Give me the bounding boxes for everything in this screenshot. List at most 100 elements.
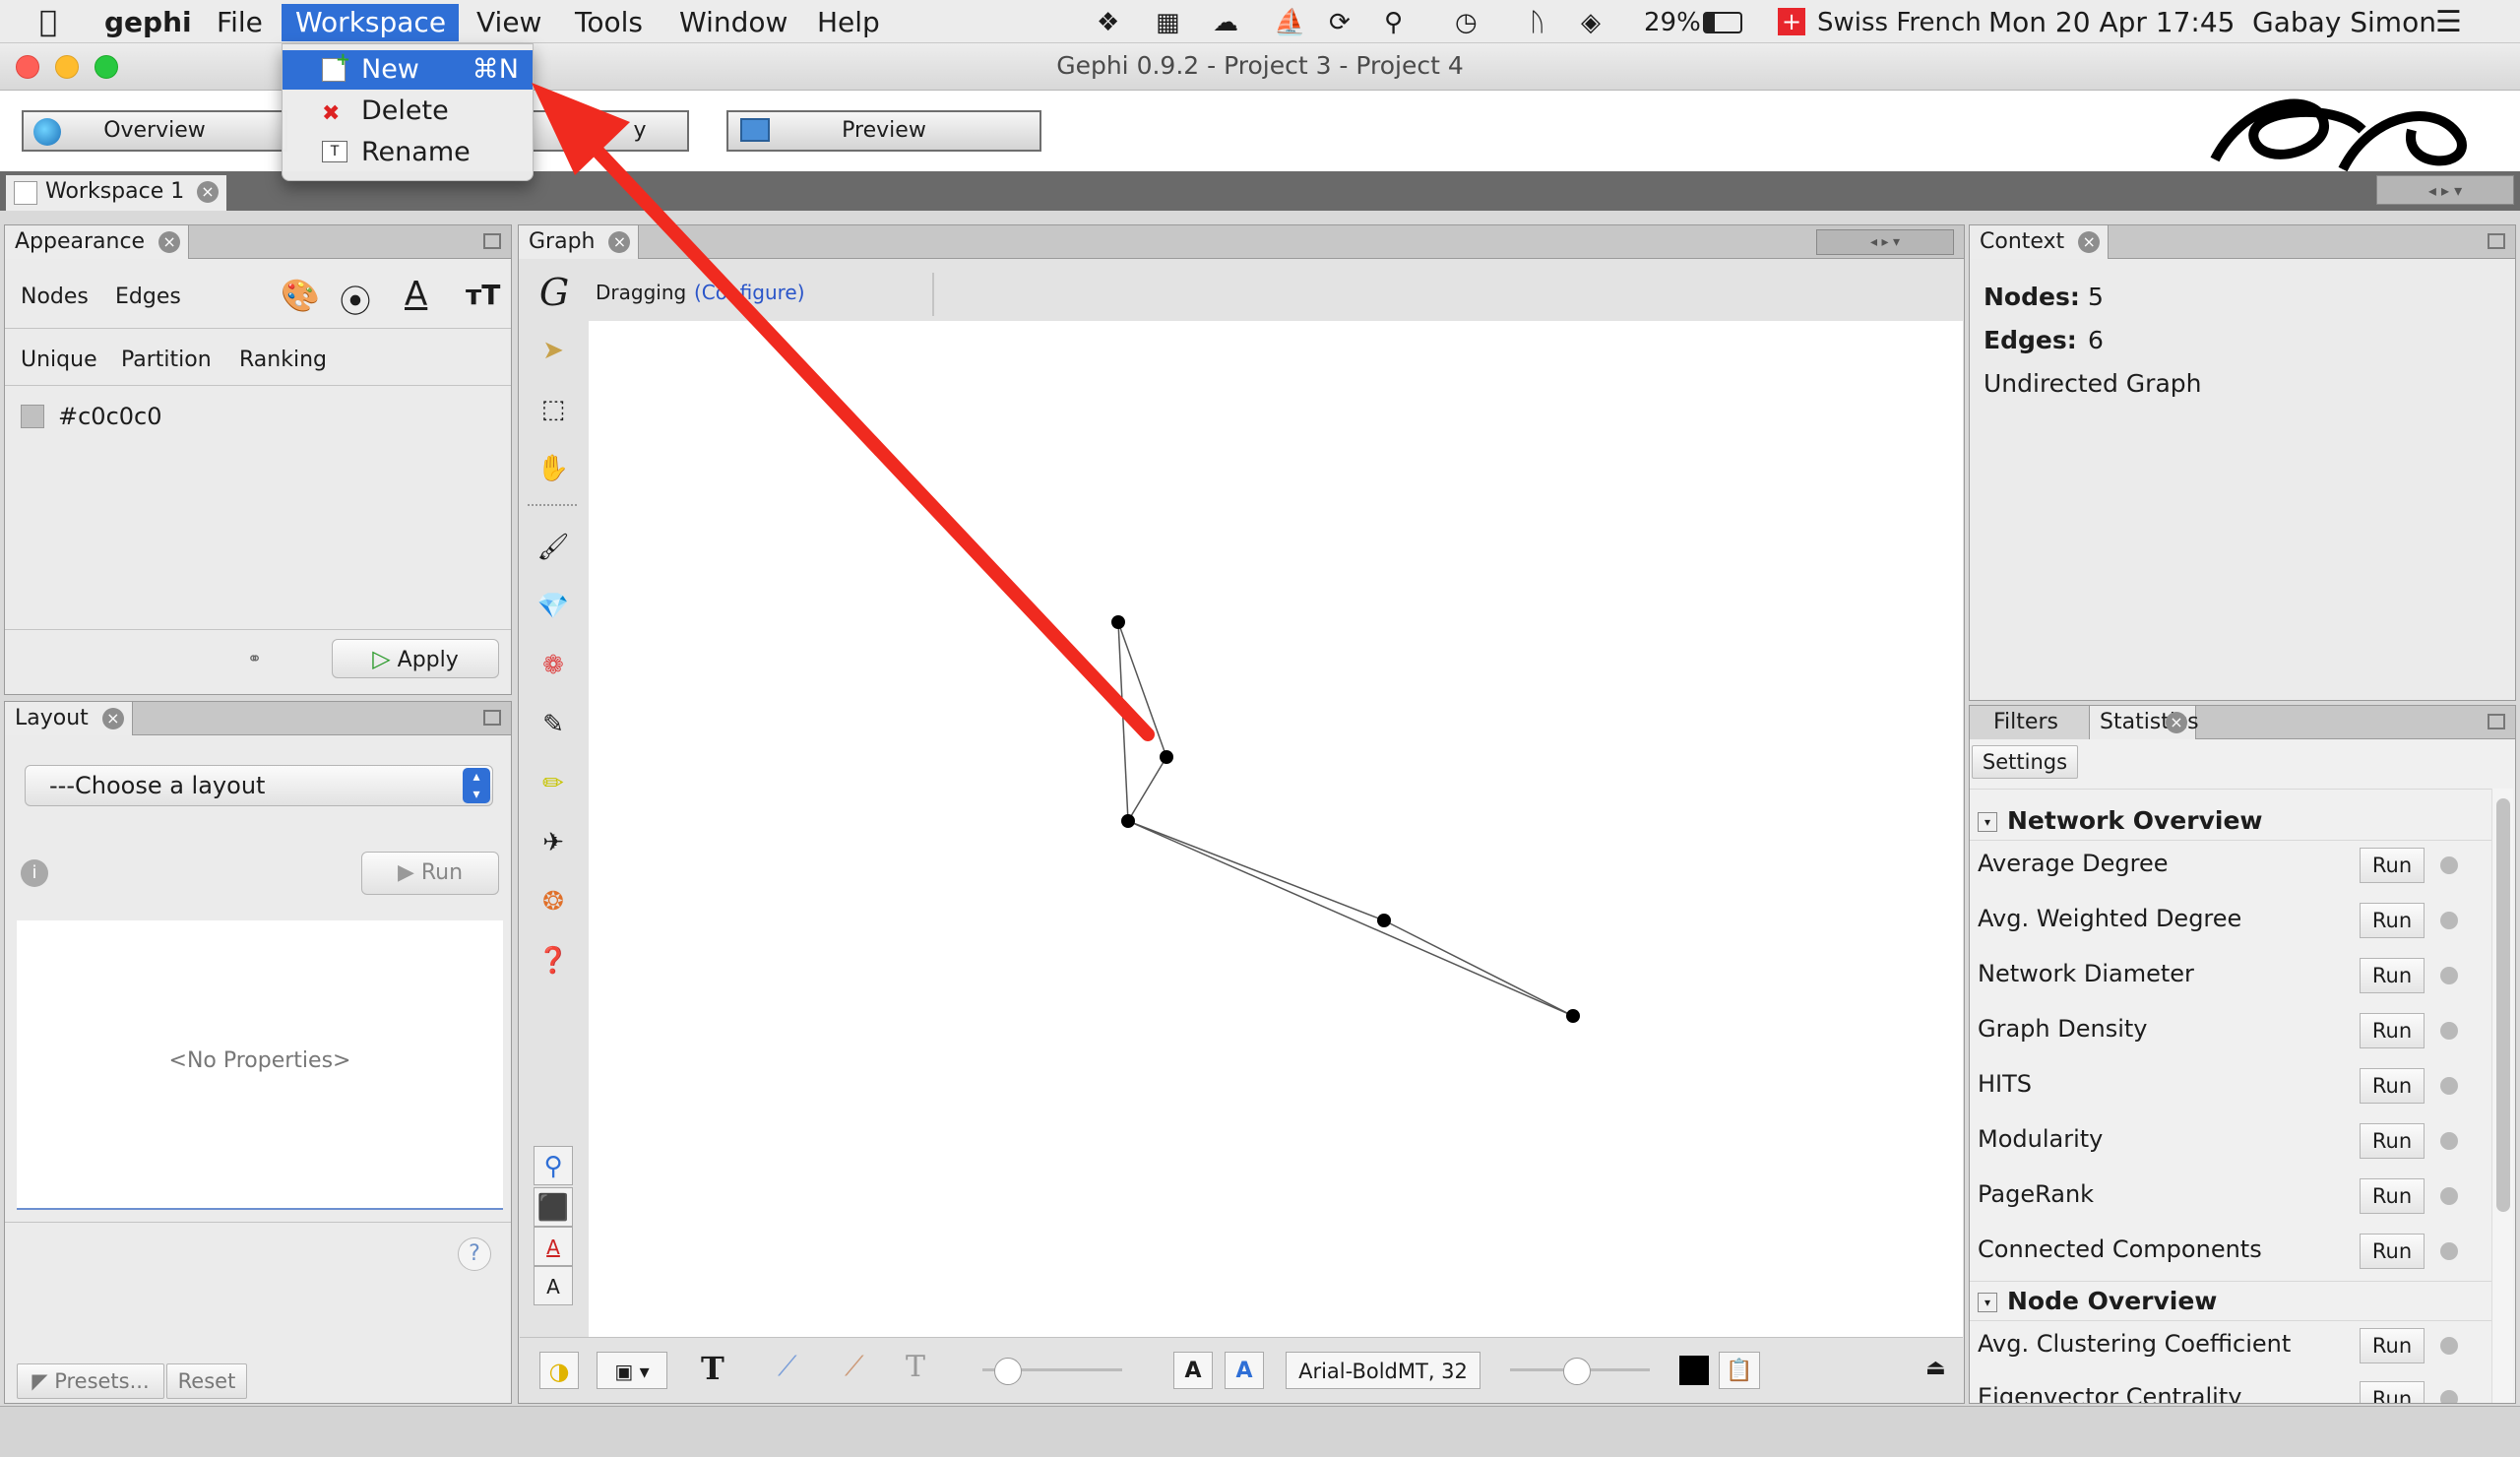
battery-icon[interactable]: [1703, 12, 1742, 33]
center-graph-icon[interactable]: ⚲: [534, 1146, 573, 1185]
run-eigenvector-centrality-button[interactable]: Run: [2360, 1381, 2425, 1403]
minimize-panel-icon[interactable]: [2488, 714, 2505, 729]
screenshot-icon[interactable]: ▣ ▾: [597, 1352, 667, 1389]
settings-button[interactable]: Settings: [1972, 745, 2078, 779]
collapse-icon[interactable]: ▾: [1978, 1293, 1997, 1312]
run-network-diameter-button[interactable]: Run: [2360, 958, 2425, 993]
color-swatch[interactable]: [21, 405, 44, 428]
minimize-panel-icon[interactable]: [483, 233, 501, 249]
tab-filters[interactable]: Filters: [1970, 706, 2090, 739]
graph-node[interactable]: [1566, 1009, 1580, 1023]
tab-context[interactable]: Context ×: [1970, 225, 2110, 259]
label-size-icon[interactable]: тT: [466, 279, 500, 311]
label-color-tool-icon[interactable]: A: [534, 1227, 573, 1266]
graph-node[interactable]: [1121, 814, 1135, 828]
layout-select[interactable]: ---Choose a layout ▴ ▾: [25, 765, 493, 806]
font-selector[interactable]: Arial-BoldMT, 32: [1286, 1352, 1480, 1389]
apply-button[interactable]: ▷ Apply: [332, 639, 499, 678]
run-average-degree-button[interactable]: Run: [2360, 848, 2425, 883]
workspace-nav-arrows[interactable]: ◂ ▸ ▾: [2376, 175, 2514, 205]
label-font-tool-icon[interactable]: A: [534, 1266, 573, 1305]
close-statistics-icon[interactable]: ×: [2166, 712, 2187, 733]
edge-scale-thumb[interactable]: [994, 1358, 1022, 1385]
collapse-icon[interactable]: ▾: [1978, 812, 1997, 832]
bluetooth-icon[interactable]: ᚢ: [1530, 4, 1545, 41]
workspace-tab[interactable]: Workspace 1 ×: [6, 175, 226, 211]
font-size-up-icon[interactable]: A: [1225, 1352, 1264, 1389]
color-value[interactable]: #c0c0c0: [58, 403, 162, 430]
tab-unique[interactable]: Unique: [21, 348, 97, 372]
color-palette-icon[interactable]: 🎨: [281, 277, 320, 314]
run-connected-components-button[interactable]: Run: [2360, 1234, 2425, 1269]
pencil-icon[interactable]: ✎: [534, 705, 573, 744]
run-avg-weighted-degree-button[interactable]: Run: [2360, 903, 2425, 938]
edge-labels-icon[interactable]: T: [906, 1350, 925, 1384]
graph-nav-arrows[interactable]: ◂ ▸ ▾: [1816, 229, 1954, 255]
menu-help[interactable]: Help: [803, 4, 894, 41]
menu-app-name[interactable]: gephi: [91, 4, 206, 41]
close-graph-icon[interactable]: ×: [608, 231, 631, 253]
tab-statistics[interactable]: Statistics ×: [2090, 706, 2199, 739]
graph-node[interactable]: [1160, 750, 1173, 764]
search-icon[interactable]: ⚲: [1384, 4, 1403, 41]
graph-canvas[interactable]: [589, 321, 1963, 1337]
swiss-flag-icon[interactable]: +: [1778, 8, 1805, 35]
diamond-icon[interactable]: 💎: [534, 587, 573, 626]
menu-item-delete[interactable]: ✖ Delete: [283, 92, 533, 131]
menu-workspace[interactable]: Workspace: [282, 4, 459, 41]
layout-run-button[interactable]: ▶ Run: [361, 852, 499, 895]
notification-center-icon[interactable]: ☰: [2435, 4, 2462, 41]
background-color-icon[interactable]: ⬛: [534, 1187, 573, 1227]
tab-partition[interactable]: Partition: [121, 348, 212, 372]
run-pagerank-button[interactable]: Run: [2360, 1178, 2425, 1214]
select-tool-icon[interactable]: ➤: [534, 331, 573, 370]
menu-item-rename[interactable]: T Rename: [283, 133, 533, 172]
wifi-icon[interactable]: ◈: [1581, 4, 1601, 41]
docker-icon[interactable]: ⛵: [1274, 4, 1305, 41]
label-scale-thumb[interactable]: [1563, 1358, 1591, 1385]
eject-icon[interactable]: ⏏: [1925, 1356, 1946, 1380]
minimize-panel-icon[interactable]: [2488, 233, 2505, 249]
cloud-icon[interactable]: ☁: [1213, 4, 1238, 41]
rectangle-select-icon[interactable]: ⬚: [534, 390, 573, 429]
sync-icon[interactable]: ⟳: [1329, 4, 1351, 41]
edge-pencil-icon[interactable]: ✏: [534, 764, 573, 803]
run-hits-button[interactable]: Run: [2360, 1068, 2425, 1104]
clipboard-icon[interactable]: 📋: [1719, 1352, 1760, 1389]
heat-map-icon[interactable]: ❂: [534, 882, 573, 921]
edit-cursor-icon[interactable]: ❓: [534, 941, 573, 981]
tab-edges[interactable]: Edges: [115, 285, 181, 309]
menu-tools[interactable]: Tools: [561, 4, 657, 41]
edge-color-icon[interactable]: ⟋: [845, 1350, 864, 1383]
apple-icon[interactable]: : [26, 4, 71, 41]
font-size-down-icon[interactable]: A: [1173, 1352, 1213, 1389]
time-machine-icon[interactable]: ◷: [1455, 4, 1478, 41]
help-button[interactable]: ?: [458, 1237, 491, 1271]
link-icon[interactable]: ⚭: [247, 649, 262, 669]
app-status-icon[interactable]: ▦: [1156, 4, 1180, 41]
graph-node[interactable]: [1377, 914, 1391, 927]
show-labels-icon[interactable]: T: [701, 1350, 724, 1387]
lightbulb-icon[interactable]: ◑: [539, 1352, 579, 1389]
scrollbar-thumb[interactable]: [2496, 798, 2510, 1212]
drag-hand-icon[interactable]: ✋: [534, 449, 573, 488]
label-color-icon[interactable]: A: [405, 275, 427, 314]
configure-link[interactable]: (Configure): [694, 281, 805, 304]
minimize-panel-icon[interactable]: [483, 710, 501, 726]
info-icon[interactable]: i: [21, 859, 48, 887]
run-graph-density-button[interactable]: Run: [2360, 1013, 2425, 1048]
overview-button[interactable]: Overview: [22, 110, 287, 152]
tab-layout[interactable]: Layout ×: [5, 702, 133, 735]
color-wheel-icon[interactable]: ❁: [534, 646, 573, 685]
presets-button[interactable]: ◤ Presets...: [17, 1363, 164, 1399]
reset-button[interactable]: Reset: [166, 1363, 247, 1399]
input-source[interactable]: Swiss French: [1817, 4, 1982, 41]
statistics-scrollbar[interactable]: [2491, 789, 2513, 1403]
close-appearance-icon[interactable]: ×: [158, 231, 181, 253]
close-layout-icon[interactable]: ×: [101, 708, 124, 729]
dropbox-icon[interactable]: ❖: [1097, 4, 1119, 41]
label-color-swatch[interactable]: [1679, 1356, 1709, 1385]
preview-button[interactable]: Preview: [726, 110, 1041, 152]
run-modularity-button[interactable]: Run: [2360, 1123, 2425, 1159]
tab-appearance[interactable]: Appearance ×: [5, 225, 190, 259]
